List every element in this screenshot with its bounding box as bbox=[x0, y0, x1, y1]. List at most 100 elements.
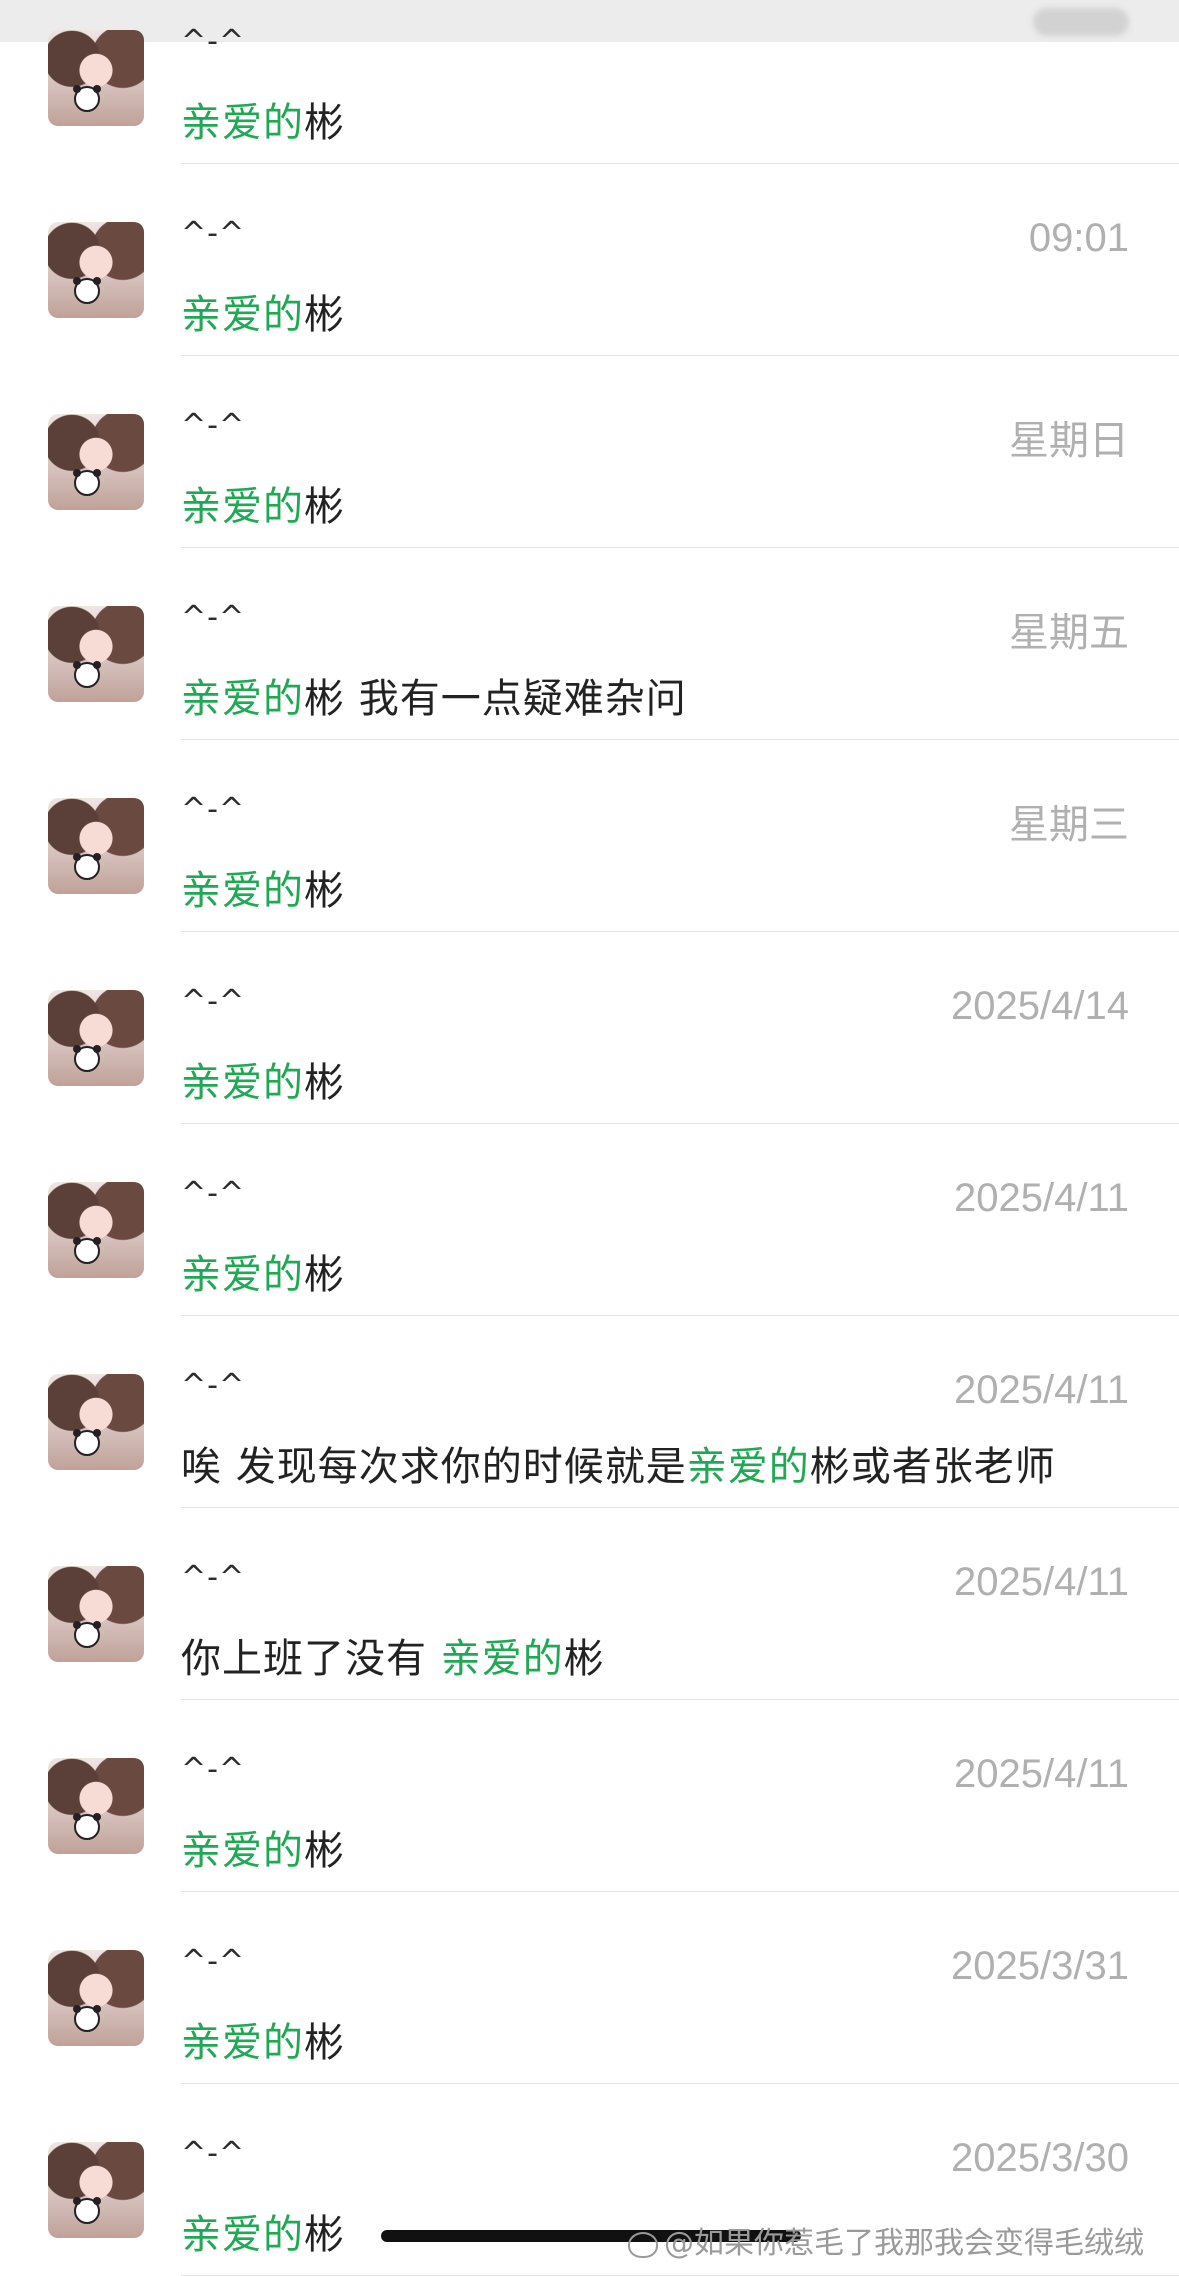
panda-sticker-icon bbox=[73, 1621, 101, 1648]
contact-name: ^-^ bbox=[181, 1176, 246, 1211]
contact-name: ^-^ bbox=[181, 792, 246, 827]
panda-sticker-icon bbox=[73, 1429, 101, 1456]
message-text: 你上班了没有 bbox=[181, 1636, 441, 1682]
message-text: 唉 发现每次求你的时候就是 bbox=[181, 1444, 687, 1490]
message-time: 2025/3/30 bbox=[951, 2136, 1129, 2180]
chat-row[interactable]: ^-^ 亲爱的彬 bbox=[0, 0, 1179, 164]
message-preview: 亲爱的彬 bbox=[181, 1050, 345, 1108]
message-time: 星期五 bbox=[1009, 611, 1129, 655]
contact-avatar[interactable] bbox=[48, 1950, 144, 2046]
panda-sticker-icon bbox=[73, 853, 101, 880]
panda-sticker-icon bbox=[73, 1045, 101, 1072]
message-text: 彬 bbox=[304, 292, 345, 338]
contact-avatar[interactable] bbox=[48, 1758, 144, 1854]
message-text: 彬 bbox=[563, 1636, 605, 1682]
message-time: 2025/4/11 bbox=[954, 1752, 1129, 1796]
message-preview: 亲爱的彬 我有一点疑难杂问 bbox=[181, 666, 687, 724]
message-time: 星期三 bbox=[1009, 803, 1129, 847]
message-preview: 亲爱的彬 bbox=[181, 1242, 345, 1300]
contact-avatar[interactable] bbox=[48, 990, 144, 1086]
contact-avatar[interactable] bbox=[48, 222, 144, 318]
message-text: 彬 bbox=[304, 868, 345, 914]
chat-row[interactable]: ^-^ 星期三亲爱的彬 bbox=[0, 740, 1179, 932]
contact-name: ^-^ bbox=[181, 1368, 246, 1403]
contact-avatar[interactable] bbox=[48, 1566, 144, 1662]
panda-sticker-icon bbox=[73, 277, 101, 304]
chat-row[interactable]: ^-^ 2025/4/11 你上班了没有 亲爱的彬 bbox=[0, 1508, 1179, 1700]
contact-name: ^-^ bbox=[181, 1560, 246, 1595]
contact-name: ^-^ bbox=[181, 984, 246, 1019]
chat-row[interactable]: ^-^ 2025/4/11 亲爱的彬 bbox=[0, 1700, 1179, 1892]
contact-avatar[interactable] bbox=[48, 2142, 144, 2238]
contact-avatar[interactable] bbox=[48, 1374, 144, 1470]
panda-sticker-icon bbox=[73, 85, 101, 112]
panda-sticker-icon bbox=[73, 2005, 101, 2032]
message-preview: 唉 发现每次求你的时候就是亲爱的彬或者张老师 bbox=[181, 1434, 1056, 1492]
message-text: 彬 bbox=[304, 100, 345, 146]
message-preview: 亲爱的彬 bbox=[181, 90, 345, 148]
weibo-icon bbox=[628, 2231, 658, 2258]
blurred-time bbox=[1033, 8, 1129, 36]
chat-row[interactable]: ^-^ 2025/4/14 亲爱的彬 bbox=[0, 932, 1179, 1124]
chat-row[interactable]: ^-^ 09:01 亲爱的彬 bbox=[0, 164, 1179, 356]
highlighted-text: 亲爱的 bbox=[181, 484, 304, 530]
contact-name: ^-^ bbox=[181, 24, 246, 59]
contact-name: ^-^ bbox=[181, 216, 246, 251]
message-text: 彬 bbox=[304, 1252, 345, 1298]
highlighted-text: 亲爱的 bbox=[181, 1252, 304, 1298]
message-time: 2025/4/14 bbox=[951, 984, 1129, 1028]
panda-sticker-icon bbox=[73, 2197, 101, 2224]
highlighted-text: 亲爱的 bbox=[181, 292, 304, 338]
contact-avatar[interactable] bbox=[48, 30, 144, 126]
message-time: 2025/4/11 bbox=[954, 1176, 1129, 1220]
message-preview: 亲爱的彬 bbox=[181, 2202, 345, 2260]
panda-sticker-icon bbox=[73, 661, 101, 688]
chat-row[interactable]: ^-^ 星期五亲爱的彬 我有一点疑难杂问 bbox=[0, 548, 1179, 740]
contact-avatar[interactable] bbox=[48, 798, 144, 894]
highlighted-text: 亲爱的 bbox=[181, 1828, 304, 1874]
highlighted-text: 亲爱的 bbox=[181, 868, 304, 914]
highlighted-text: 亲爱的 bbox=[181, 100, 304, 146]
chat-row[interactable]: ^-^ 2025/4/11 亲爱的彬 bbox=[0, 1124, 1179, 1316]
contact-name: ^-^ bbox=[181, 600, 246, 635]
message-preview: 亲爱的彬 bbox=[181, 2010, 345, 2068]
contact-avatar[interactable] bbox=[48, 1182, 144, 1278]
contact-name: ^-^ bbox=[181, 2136, 246, 2171]
contact-name: ^-^ bbox=[181, 1752, 246, 1787]
highlighted-text: 亲爱的 bbox=[181, 676, 304, 722]
contact-avatar[interactable] bbox=[48, 606, 144, 702]
highlighted-text: 亲爱的 bbox=[440, 1636, 564, 1682]
message-text: 彬或者张老师 bbox=[809, 1444, 1056, 1490]
highlighted-text: 亲爱的 bbox=[181, 2020, 304, 2066]
watermark: @如果你惹毛了我那我会变得毛绒绒 bbox=[628, 2218, 1144, 2262]
panda-sticker-icon bbox=[73, 469, 101, 496]
contact-name: ^-^ bbox=[181, 408, 246, 443]
message-time: 2025/3/31 bbox=[951, 1944, 1129, 1988]
panda-sticker-icon bbox=[73, 1237, 101, 1264]
message-preview: 亲爱的彬 bbox=[181, 474, 345, 532]
highlighted-text: 亲爱的 bbox=[181, 2212, 304, 2258]
message-text: 彬 我有一点疑难杂问 bbox=[304, 676, 687, 722]
message-text: 彬 bbox=[304, 1828, 345, 1874]
contact-avatar[interactable] bbox=[48, 414, 144, 510]
message-preview: 你上班了没有 亲爱的彬 bbox=[181, 1626, 605, 1684]
message-time: 2025/4/11 bbox=[954, 1368, 1129, 1412]
message-text: 彬 bbox=[304, 1060, 345, 1106]
chat-row[interactable]: ^-^ 2025/4/11 唉 发现每次求你的时候就是亲爱的彬或者张老师 bbox=[0, 1316, 1179, 1508]
message-preview: 亲爱的彬 bbox=[181, 1818, 345, 1876]
message-time: 2025/4/11 bbox=[954, 1560, 1129, 1604]
message-preview: 亲爱的彬 bbox=[181, 858, 345, 916]
chat-row[interactable]: ^-^ 星期日亲爱的彬 bbox=[0, 356, 1179, 548]
highlighted-text: 亲爱的 bbox=[686, 1444, 810, 1490]
message-text: 彬 bbox=[304, 484, 345, 530]
message-text: 彬 bbox=[304, 2020, 345, 2066]
message-preview: 亲爱的彬 bbox=[181, 282, 345, 340]
watermark-text: @如果你惹毛了我那我会变得毛绒绒 bbox=[664, 2226, 1144, 2261]
message-time: 星期日 bbox=[1009, 419, 1129, 463]
message-text: 彬 bbox=[304, 2212, 345, 2258]
highlighted-text: 亲爱的 bbox=[181, 1060, 304, 1106]
chat-row[interactable]: ^-^ 2025/3/31 亲爱的彬 bbox=[0, 1892, 1179, 2084]
message-time: 09:01 bbox=[1028, 216, 1129, 260]
panda-sticker-icon bbox=[73, 1813, 101, 1840]
contact-name: ^-^ bbox=[181, 1944, 246, 1979]
